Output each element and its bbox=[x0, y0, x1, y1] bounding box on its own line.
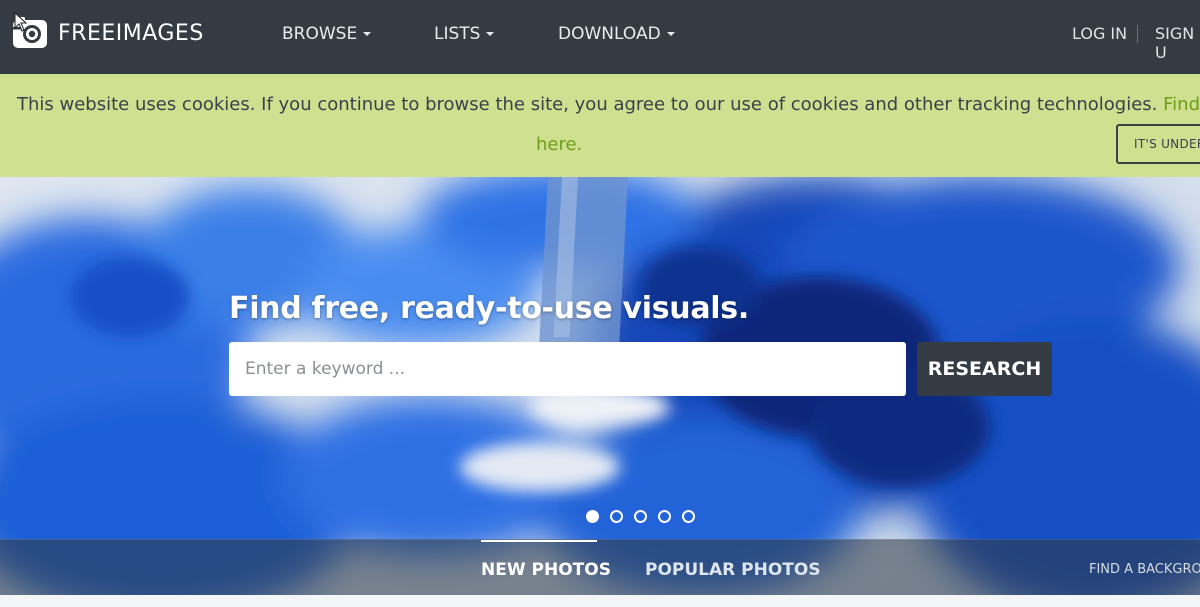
top-navbar: FREEIMAGES BROWSE LISTS DOWNLOAD LOG IN … bbox=[0, 0, 1200, 74]
active-tab-indicator bbox=[481, 540, 597, 542]
cookie-message: This website uses cookies. If you contin… bbox=[17, 94, 1200, 115]
menu-download[interactable]: DOWNLOAD bbox=[558, 24, 675, 44]
hero-title: Find free, ready-to-use visuals. bbox=[229, 291, 749, 326]
menu-download-label: DOWNLOAD bbox=[558, 24, 661, 44]
tab-popular-photos[interactable]: POPULAR PHOTOS bbox=[645, 560, 821, 580]
carousel-indicators bbox=[586, 510, 695, 523]
menu-browse-label: BROWSE bbox=[282, 24, 358, 44]
menu-browse[interactable]: BROWSE bbox=[282, 24, 372, 44]
menu-lists-label: LISTS bbox=[434, 24, 481, 44]
login-link[interactable]: LOG IN bbox=[1072, 24, 1127, 43]
cookie-learn-more-link[interactable]: Find ou bbox=[1163, 94, 1200, 115]
hero-section: Find free, ready-to-use visuals. RESEARC… bbox=[0, 177, 1200, 595]
carousel-dot[interactable] bbox=[682, 510, 695, 523]
carousel-dot[interactable] bbox=[586, 510, 599, 523]
chevron-down-icon bbox=[363, 32, 372, 36]
menu-lists[interactable]: LISTS bbox=[434, 24, 495, 44]
cookie-learn-more-link-continued[interactable]: here. bbox=[536, 134, 582, 155]
search-input[interactable] bbox=[229, 342, 906, 396]
photo-tabs-bar: NEW PHOTOS POPULAR PHOTOS FIND A BACKGRO… bbox=[0, 539, 1200, 595]
chevron-down-icon bbox=[666, 32, 675, 36]
signup-link[interactable]: SIGN U bbox=[1155, 24, 1200, 62]
chevron-down-icon bbox=[486, 32, 495, 36]
content-area-top bbox=[0, 595, 1200, 607]
search-button[interactable]: RESEARCH bbox=[917, 342, 1052, 396]
cookie-banner: This website uses cookies. If you contin… bbox=[0, 74, 1200, 177]
tab-new-photos[interactable]: NEW PHOTOS bbox=[481, 560, 611, 580]
cookie-message-text: This website uses cookies. If you contin… bbox=[17, 94, 1158, 115]
carousel-dot[interactable] bbox=[610, 510, 623, 523]
site-logo[interactable]: FREEIMAGES bbox=[12, 16, 204, 50]
carousel-dot[interactable] bbox=[658, 510, 671, 523]
nav-divider bbox=[1137, 25, 1138, 43]
mouse-cursor-icon bbox=[14, 12, 28, 32]
cookie-accept-button[interactable]: IT'S UNDER bbox=[1116, 124, 1200, 164]
logo-text: FREEIMAGES bbox=[58, 20, 204, 46]
carousel-dot[interactable] bbox=[634, 510, 647, 523]
find-background-link[interactable]: FIND A BACKGROU bbox=[1089, 562, 1200, 577]
